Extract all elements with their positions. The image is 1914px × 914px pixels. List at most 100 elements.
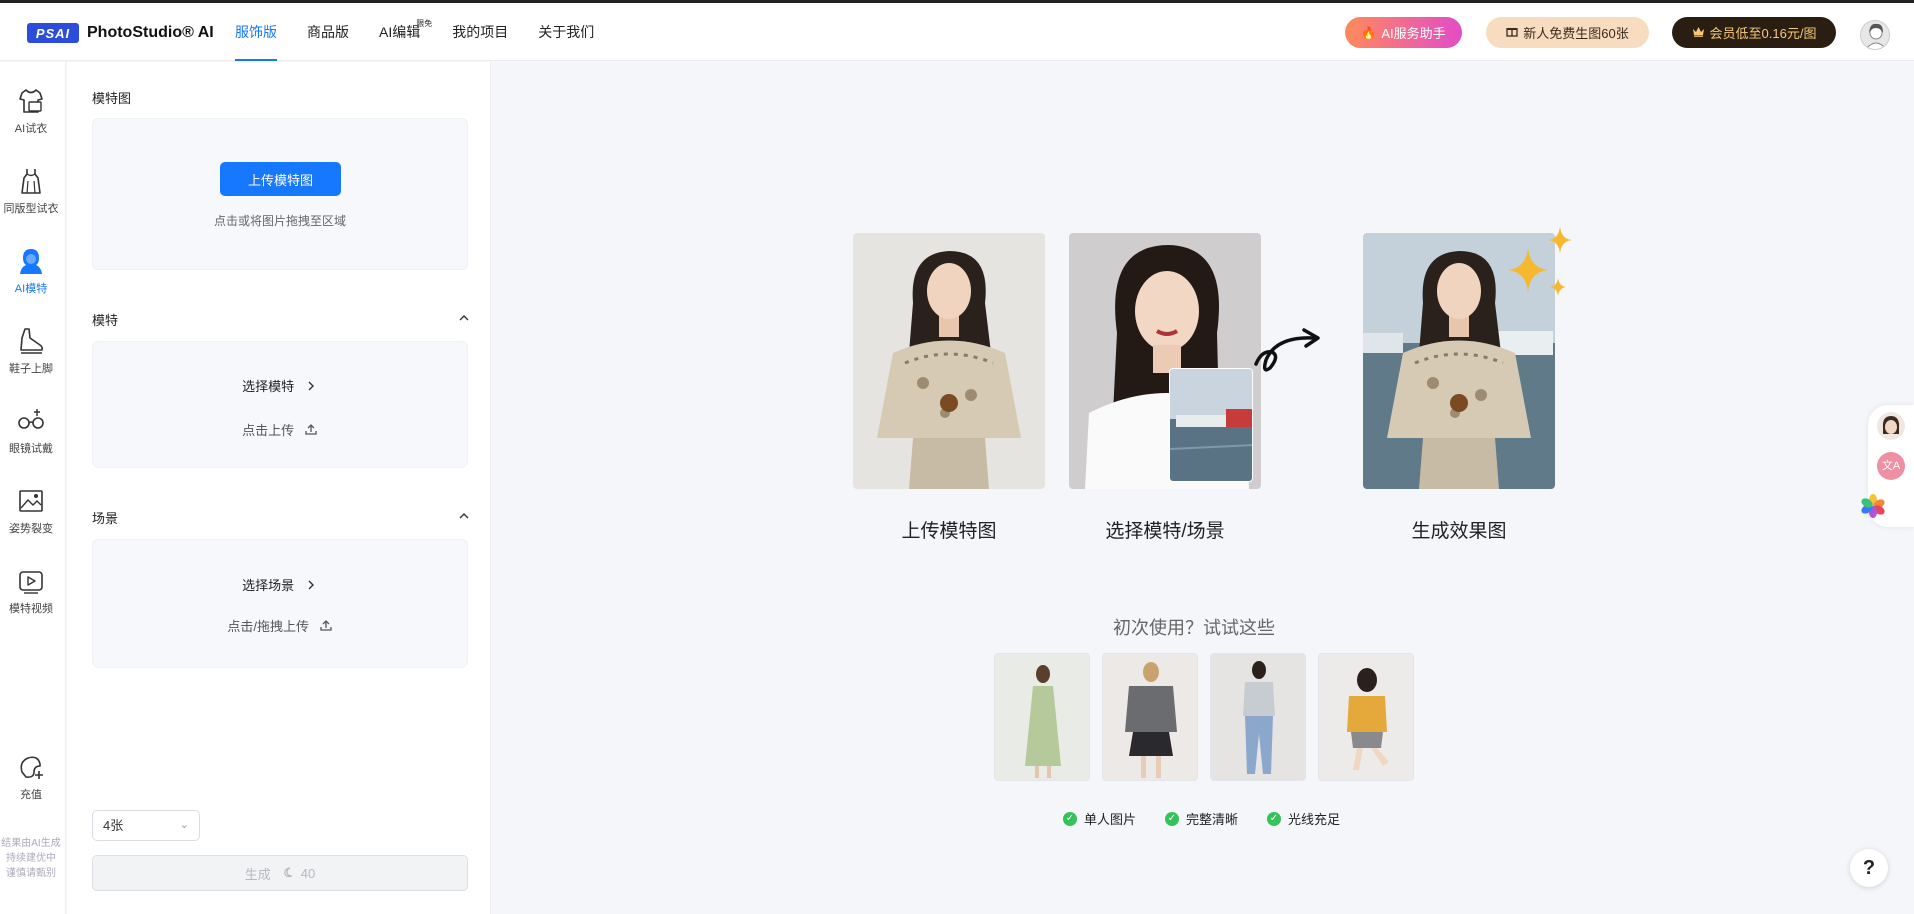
nav-my-projects[interactable]: 我的项目 — [452, 3, 508, 61]
customer-service-avatar-icon[interactable] — [1877, 412, 1905, 440]
pose-icon — [19, 490, 43, 512]
chevron-up-icon[interactable] — [457, 311, 471, 325]
ai-disclaimer: 结果由AI生成 持续建优中 谨慎请甄别 — [0, 836, 62, 881]
generate-label: 生成 — [244, 866, 271, 882]
ai-assistant-button[interactable]: 🔥 AI服务助手 — [1345, 17, 1462, 48]
free-badge: 限免 — [416, 19, 433, 28]
sidebar-item-video[interactable]: 模特视频 — [0, 566, 62, 616]
generate-cost: 40 — [300, 865, 316, 881]
model-card: 选择模特 点击上传 — [92, 341, 468, 468]
select-model-label: 选择模特 — [242, 379, 295, 394]
upload-icon — [305, 424, 317, 435]
sidebar-label: 模特视频 — [9, 603, 53, 615]
ai-assistant-label: AI服务助手 — [1381, 26, 1446, 41]
sidebar-item-glasses[interactable]: 眼镜试戴 — [0, 406, 62, 456]
model-upload-label: 点击上传 — [242, 423, 295, 438]
requirement-clear: ✓ 完整清晰 — [1165, 809, 1238, 828]
nav-ai-edit[interactable]: AI编辑 限免 — [379, 3, 432, 61]
shoe-icon — [20, 328, 44, 354]
step-label-result: 生成效果图 — [1411, 521, 1507, 542]
upload-icon — [319, 620, 332, 631]
sparkle-icon — [1508, 226, 1572, 296]
check-icon: ✓ — [1063, 811, 1077, 826]
vip-label: 会员低至0.16元/图 — [1709, 26, 1817, 41]
control-panel: 模特图 上传模特图 点击或将图片拖拽至区域 模特 选择模特 点击上传 场景 选择… — [67, 62, 491, 914]
logo[interactable]: PSAI PhotoStudio® AI — [27, 23, 214, 43]
top-header: PSAI PhotoStudio® AI 服饰版 商品版 AI编辑 限免 我的项… — [0, 3, 1914, 61]
main-area: 上传模特图 选择模特/场景 生成效果图 初次使用？试试这些 ✓ 单人图片 ✓ 完… — [492, 62, 1914, 914]
image-count-select[interactable]: 4张 ⌄ — [92, 810, 200, 841]
select-scene-link[interactable]: 选择场景 — [93, 575, 467, 594]
sidebar-item-shoes[interactable]: 鞋子上脚 — [0, 326, 62, 376]
sidebar-item-same-pattern[interactable]: 同版型试衣 — [0, 166, 62, 216]
fire-icon: 🔥 — [1361, 25, 1377, 40]
recharge-icon — [20, 756, 43, 779]
user-avatar[interactable] — [1860, 20, 1890, 50]
dress-icon — [21, 169, 41, 194]
generate-button[interactable]: 生成 40 — [92, 855, 468, 891]
sidebar-label: AI试衣 — [14, 123, 48, 135]
step-label-select: 选择模特/场景 — [1105, 521, 1225, 542]
model-image-title: 模特图 — [92, 91, 132, 106]
chevron-right-icon — [308, 381, 314, 391]
new-user-label: 新人免费生图60张 — [1523, 26, 1629, 41]
nav-ai-edit-label: AI编辑 — [379, 24, 421, 40]
sidebar-label: 眼镜试戴 — [9, 443, 53, 455]
check-icon: ✓ — [1165, 811, 1179, 826]
select-model-link[interactable]: 选择模特 — [93, 376, 467, 395]
sample-thumb[interactable] — [1102, 653, 1198, 781]
chevron-down-icon: ⌄ — [179, 819, 189, 831]
chevron-right-icon — [308, 580, 314, 590]
try-these-text: 初次使用？试试这些 — [1113, 618, 1275, 638]
select-scene-label: 选择场景 — [242, 578, 295, 593]
disclaimer-line: 结果由AI生成 — [1, 838, 61, 849]
recharge-label: 充值 — [20, 789, 42, 801]
example-scene-photo — [1169, 368, 1253, 482]
translate-icon[interactable]: 文A — [1877, 452, 1905, 480]
nav-product[interactable]: 商品版 — [307, 3, 349, 61]
requirement-label: 光线充足 — [1288, 812, 1341, 827]
main-nav: 服饰版 商品版 AI编辑 限免 我的项目 关于我们 — [235, 3, 624, 61]
logo-text: PhotoStudio® AI — [87, 24, 214, 41]
sidebar-label: AI模特 — [14, 283, 48, 295]
scene-card: 选择场景 点击/拖拽上传 — [92, 539, 468, 668]
vip-button[interactable]: 会员低至0.16元/图 — [1672, 17, 1836, 48]
model-section-title: 模特 — [92, 313, 119, 328]
scene-upload-label: 点击/拖拽上传 — [227, 619, 309, 634]
help-button[interactable]: ? — [1850, 849, 1888, 887]
new-user-button[interactable]: 新人免费生图60张 — [1486, 17, 1649, 48]
model-image-upload-area[interactable]: 上传模特图 点击或将图片拖拽至区域 — [92, 118, 468, 270]
sample-thumb[interactable] — [994, 653, 1090, 781]
sample-thumb[interactable] — [1318, 653, 1414, 781]
upload-model-image-button[interactable]: 上传模特图 — [220, 162, 341, 196]
gift-icon — [1506, 25, 1518, 40]
requirement-lighting: ✓ 光线充足 — [1267, 809, 1340, 828]
model-icon — [20, 249, 42, 274]
floating-toolbar: 文A — [1861, 405, 1914, 527]
tool-sidebar: AI试衣 同版型试衣 AI模特 鞋子上脚 眼镜试戴 姿势裂变 模特视频 充值 结… — [0, 62, 66, 914]
glasses-icon — [18, 409, 44, 429]
moon-icon — [284, 867, 292, 878]
check-icon: ✓ — [1267, 811, 1281, 826]
sidebar-item-ai-model[interactable]: AI模特 — [0, 246, 62, 296]
sample-thumb[interactable] — [1210, 653, 1306, 781]
shirt-icon — [19, 89, 43, 113]
image-count-value: 4张 — [103, 818, 124, 833]
disclaimer-line: 持续建优中 — [6, 853, 56, 864]
sidebar-label: 同版型试衣 — [3, 203, 59, 215]
chevron-up-icon[interactable] — [457, 509, 471, 523]
nav-apparel[interactable]: 服饰版 — [235, 3, 277, 61]
requirement-label: 单人图片 — [1084, 812, 1137, 827]
video-icon — [19, 571, 43, 594]
scene-upload-link[interactable]: 点击/拖拽上传 — [93, 616, 467, 635]
model-upload-link[interactable]: 点击上传 — [93, 420, 467, 439]
photos-icon[interactable] — [1859, 492, 1887, 520]
sidebar-label: 姿势裂变 — [9, 523, 53, 535]
nav-about[interactable]: 关于我们 — [538, 3, 594, 61]
scene-section-title: 场景 — [92, 511, 119, 526]
recharge-button[interactable]: 充值 — [0, 752, 62, 802]
sidebar-item-ai-tryon[interactable]: AI试衣 — [0, 86, 62, 136]
sidebar-item-pose[interactable]: 姿势裂变 — [0, 486, 62, 536]
step-label-upload: 上传模特图 — [901, 521, 997, 542]
example-model-photo — [853, 233, 1045, 489]
